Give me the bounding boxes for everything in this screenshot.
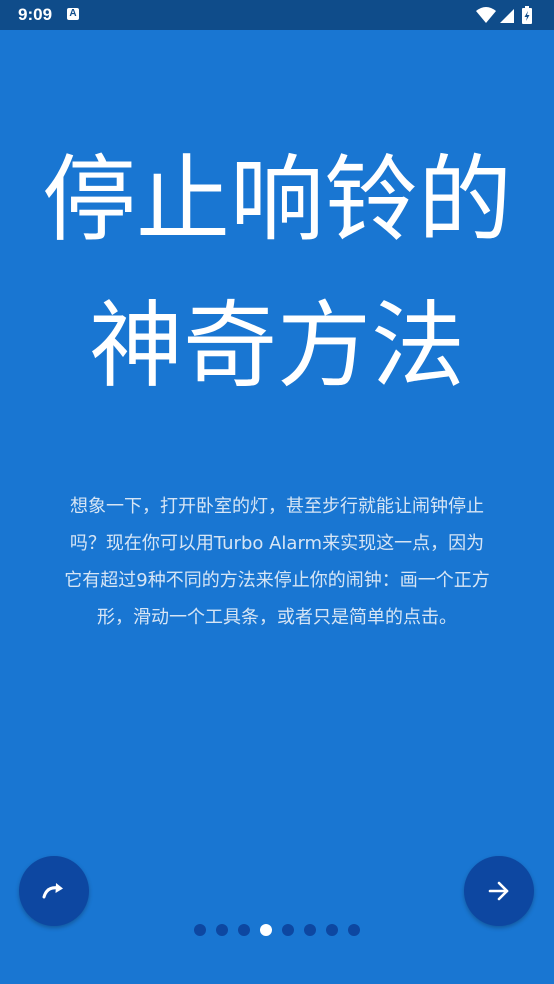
status-icons: [476, 6, 538, 24]
onboarding-screen: 9:09 A 停止响铃的 神奇方法 想象一下，打开卧室的灯，甚至步行就能让闹钟停…: [0, 0, 554, 984]
skip-button[interactable]: [19, 856, 89, 926]
curved-arrow-icon: [42, 883, 63, 899]
wifi-icon: [476, 7, 496, 23]
page-dot-3[interactable]: [238, 924, 250, 936]
arrow-right-icon: [488, 881, 509, 901]
headline-line-1: 停止响铃的: [41, 146, 512, 255]
signal-icon: [500, 9, 514, 23]
battery-charging-icon: [522, 6, 532, 24]
headline-title: 停止响铃的 神奇方法: [0, 128, 554, 420]
status-bar: 9:09 A: [0, 0, 554, 30]
page-dot-5[interactable]: [282, 924, 294, 936]
status-time: 9:09: [18, 5, 53, 24]
page-indicator: [0, 923, 554, 937]
description-line-4: 形，滑动一个工具条，或者只是简单的点击。: [97, 607, 457, 628]
next-button[interactable]: [464, 856, 534, 926]
page-dot-7[interactable]: [326, 924, 338, 936]
description-line-3: 它有超过9种不同的方法来停止你的闹钟：画一个正方: [64, 570, 490, 591]
description-text: 想象一下，打开卧室的灯，甚至步行就能让闹钟停止 吗？现在你可以用Turbo Al…: [34, 488, 520, 636]
page-dot-4[interactable]: [260, 924, 272, 936]
page-dot-8[interactable]: [348, 924, 360, 936]
page-dot-2[interactable]: [216, 924, 228, 936]
page-dot-6[interactable]: [304, 924, 316, 936]
description-line-2: 吗？现在你可以用Turbo Alarm来实现这一点，因为: [69, 533, 485, 554]
page-dot-1[interactable]: [194, 924, 206, 936]
headline-line-2: 神奇方法: [88, 292, 465, 401]
description-line-1: 想象一下，打开卧室的灯，甚至步行就能让闹钟停止: [70, 496, 484, 517]
notification-icon: A: [67, 8, 79, 20]
